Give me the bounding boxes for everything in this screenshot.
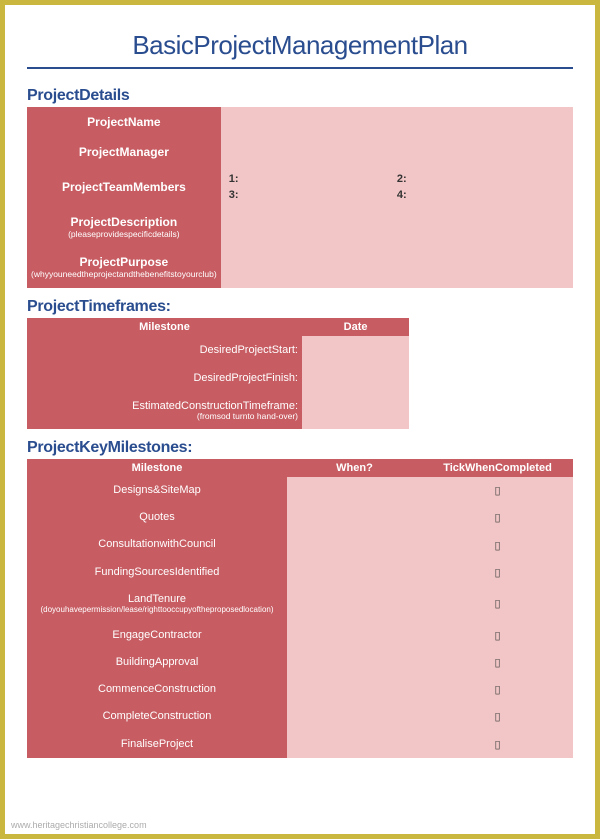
table-row: ProjectPurpose (whyyouneedtheprojectandt… xyxy=(27,247,573,287)
detail-label: ProjectTeamMembers xyxy=(27,167,221,207)
project-timeframes-table: Milestone Date DesiredProjectStart: Desi… xyxy=(27,318,409,429)
milestone-tick[interactable]: ▯ xyxy=(422,649,573,676)
detail-value[interactable] xyxy=(221,207,573,247)
detail-label: ProjectManager xyxy=(27,137,221,167)
col-header-date: Date xyxy=(302,318,409,336)
milestone-when[interactable] xyxy=(287,703,422,730)
section-heading-milestones: ProjectKeyMilestones: xyxy=(27,439,573,457)
table-row: BuildingApproval ▯ xyxy=(27,649,573,676)
milestone-label: Quotes xyxy=(27,504,287,531)
table-row: ProjectDescription (pleaseprovidespecifi… xyxy=(27,207,573,247)
table-header-row: Milestone When? TickWhenCompleted xyxy=(27,459,573,477)
milestone-when[interactable] xyxy=(287,649,422,676)
milestone-tick[interactable]: ▯ xyxy=(422,559,573,586)
section-heading-timeframes: ProjectTimeframes: xyxy=(27,298,573,316)
table-row: LandTenure (doyouhavepermission/lease/ri… xyxy=(27,586,573,622)
milestone-label: BuildingApproval xyxy=(27,649,287,676)
table-row: DesiredProjectStart: xyxy=(27,336,409,364)
table-row: FundingSourcesIdentified ▯ xyxy=(27,559,573,586)
milestone-tick[interactable]: ▯ xyxy=(422,731,573,758)
col-header-milestone: Milestone xyxy=(27,318,302,336)
milestone-label: FundingSourcesIdentified xyxy=(27,559,287,586)
milestone-label: LandTenure (doyouhavepermission/lease/ri… xyxy=(27,586,287,622)
milestone-tick[interactable]: ▯ xyxy=(422,531,573,558)
milestone-tick[interactable]: ▯ xyxy=(422,703,573,730)
watermark: www.heritagechristiancollege.com xyxy=(11,820,147,830)
milestone-when[interactable] xyxy=(287,586,422,622)
milestone-when[interactable] xyxy=(287,477,422,504)
milestone-tick[interactable]: ▯ xyxy=(422,622,573,649)
timeframe-value[interactable] xyxy=(302,364,409,392)
milestone-tick[interactable]: ▯ xyxy=(422,586,573,622)
table-row: CommenceConstruction ▯ xyxy=(27,676,573,703)
detail-value[interactable] xyxy=(221,107,573,137)
milestone-when[interactable] xyxy=(287,622,422,649)
milestone-tick[interactable]: ▯ xyxy=(422,477,573,504)
project-details-table: ProjectName ProjectManager ProjectTeamMe… xyxy=(27,107,573,288)
table-row: ProjectName xyxy=(27,107,573,137)
detail-label: ProjectPurpose (whyyouneedtheprojectandt… xyxy=(27,247,221,287)
table-header-row: Milestone Date xyxy=(27,318,409,336)
member-slot: 1: xyxy=(229,171,397,187)
milestone-label: EngageContractor xyxy=(27,622,287,649)
milestone-label: CompleteConstruction xyxy=(27,703,287,730)
title-underline xyxy=(27,67,573,69)
table-row: DesiredProjectFinish: xyxy=(27,364,409,392)
document-page: BasicProjectManagementPlan ProjectDetail… xyxy=(5,5,595,834)
table-row: Designs&SiteMap ▯ xyxy=(27,477,573,504)
member-slot: 3: xyxy=(229,187,397,203)
milestone-when[interactable] xyxy=(287,504,422,531)
table-row: ProjectTeamMembers 1: 2: 3: 4: xyxy=(27,167,573,207)
timeframe-value[interactable] xyxy=(302,392,409,429)
page-title: BasicProjectManagementPlan xyxy=(27,30,573,61)
detail-value[interactable] xyxy=(221,247,573,287)
milestone-label: Designs&SiteMap xyxy=(27,477,287,504)
member-slot: 4: xyxy=(397,187,565,203)
table-row: CompleteConstruction ▯ xyxy=(27,703,573,730)
table-row: EstimatedConstructionTimeframe: (fromsod… xyxy=(27,392,409,429)
milestone-tick[interactable]: ▯ xyxy=(422,676,573,703)
table-row: ConsultationwithCouncil ▯ xyxy=(27,531,573,558)
table-row: FinaliseProject ▯ xyxy=(27,731,573,758)
milestone-when[interactable] xyxy=(287,676,422,703)
section-heading-details: ProjectDetails xyxy=(27,87,573,105)
timeframe-label: DesiredProjectStart: xyxy=(27,336,302,364)
detail-value[interactable] xyxy=(221,137,573,167)
team-members-cell[interactable]: 1: 2: 3: 4: xyxy=(221,167,573,207)
milestone-when[interactable] xyxy=(287,559,422,586)
col-header-when: When? xyxy=(287,459,422,477)
milestone-label: FinaliseProject xyxy=(27,731,287,758)
timeframe-value[interactable] xyxy=(302,336,409,364)
milestone-when[interactable] xyxy=(287,731,422,758)
table-row: ProjectManager xyxy=(27,137,573,167)
table-row: EngageContractor ▯ xyxy=(27,622,573,649)
milestone-label: CommenceConstruction xyxy=(27,676,287,703)
col-header-tick: TickWhenCompleted xyxy=(422,459,573,477)
milestone-tick[interactable]: ▯ xyxy=(422,504,573,531)
timeframe-label: DesiredProjectFinish: xyxy=(27,364,302,392)
detail-label: ProjectDescription (pleaseprovidespecifi… xyxy=(27,207,221,247)
member-grid: 1: 2: 3: 4: xyxy=(229,171,565,203)
project-key-milestones-table: Milestone When? TickWhenCompleted Design… xyxy=(27,459,573,758)
milestone-label: ConsultationwithCouncil xyxy=(27,531,287,558)
milestone-when[interactable] xyxy=(287,531,422,558)
detail-label: ProjectName xyxy=(27,107,221,137)
table-row: Quotes ▯ xyxy=(27,504,573,531)
timeframe-label: EstimatedConstructionTimeframe: (fromsod… xyxy=(27,392,302,429)
col-header-milestone: Milestone xyxy=(27,459,287,477)
member-slot: 2: xyxy=(397,171,565,187)
